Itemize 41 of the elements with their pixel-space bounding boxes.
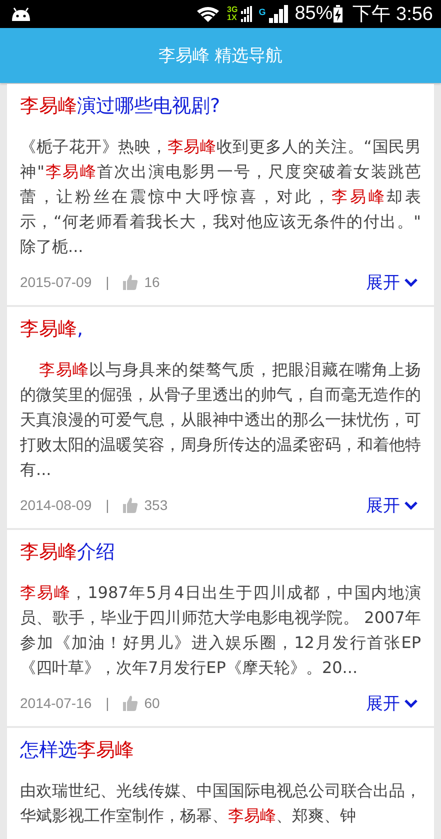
- signal-icon: [240, 6, 253, 22]
- article-excerpt: 李易峰以与身具来的桀骜气质，把眼泪藏在嘴角上扬的微笑里的倔强，从骨子里透出的帅气，自而毫无造作的天真浪漫的可爱气息，从眼神中透出的那么一抹忧伤，可打败太阳的温暖笑容，周身所传达的温柔密码，和着他特有...: [20, 359, 421, 481]
- separator-text: |: [106, 497, 110, 513]
- thumbs-up-icon[interactable]: [123, 497, 138, 513]
- expand-button[interactable]: 展开: [366, 494, 418, 516]
- post-date: 2014-07-16: [20, 695, 92, 711]
- signal-icon: [268, 5, 289, 23]
- network-label: 1X: [227, 14, 238, 22]
- thumbs-up-icon[interactable]: [123, 695, 138, 711]
- app-title: 李易峰 精选导航: [158, 45, 283, 67]
- article-card[interactable]: 李易峰, 李易峰以与身具来的桀骜气质，把眼泪藏在嘴角上扬的微笑里的倔强，从骨子里透出的帅气，自而毫无造作的天真浪漫的可爱气息，从眼神中透出的那么一抹忧伤，可打败太阳的温暖笑容，周身所传达的温柔密码，和着他特有... 2014-08-09 | 353 展开: [7, 307, 434, 528]
- post-date: 2014-08-09: [20, 497, 92, 513]
- like-count: 353: [144, 497, 168, 513]
- android-icon: [10, 7, 32, 21]
- expand-button[interactable]: 展开: [366, 270, 418, 294]
- article-card[interactable]: 李易峰演过哪些电视剧? 《栀子花开》热映，李易峰收到更多人的关注。“国民男神"李易峰首次出演电影男一号，尺度突破着女装跳芭蕾，让粉丝在震惊中大呼惊喜，对此，李易峰却表示，“何老师看着我长大，我对他应该无条件的付出。" 除了栀... 2015-07-09 | 16 展开: [7, 84, 434, 305]
- expand-button[interactable]: 展开: [366, 692, 418, 714]
- separator-text: |: [106, 695, 110, 711]
- article-title[interactable]: 怎样选李易峰: [20, 736, 421, 764]
- thumbs-up-icon[interactable]: [123, 274, 138, 290]
- article-card[interactable]: 怎样选李易峰 由欢瑞世纪、光线传媒、中国国际电视总公司联合出品，华斌影视工作室制作，杨幂、李易峰、郑爽、钟: [7, 728, 434, 839]
- like-count: 60: [144, 695, 160, 711]
- chevron-down-icon: [404, 698, 418, 708]
- network-label: G: [258, 7, 266, 17]
- article-excerpt: 由欢瑞世纪、光线传媒、中国国际电视总公司联合出品，华斌影视工作室制作，杨幂、李易峰、郑爽、钟: [20, 780, 421, 827]
- article-title[interactable]: 李易峰演过哪些电视剧?: [20, 92, 421, 120]
- article-excerpt: 《栀子花开》热映，李易峰收到更多人的关注。“国民男神"李易峰首次出演电影男一号，尺度突破着女装跳芭蕾，让粉丝在震惊中大呼惊喜，对此，李易峰却表示，“何老师看着我长大，我对他应该无条件的付出。" 除了栀...: [20, 136, 421, 258]
- article-excerpt: 李易峰，1987年5月4日出生于四川成都，中国内地演员、歌手，毕业于四川师范大学电影电视学院。 2007年参加《加油！好男儿》进入娱乐圈，12月发行首张EP《四叶草》，次年7月发行EP《摩天轮》。20...: [20, 582, 421, 679]
- article-card[interactable]: 李易峰介绍 李易峰，1987年5月4日出生于四川成都，中国内地演员、歌手，毕业于四川师范大学电影电视学院。 2007年参加《加油！好男儿》进入娱乐圈，12月发行首张EP《四叶草》，次年7月发行EP《摩天轮》。20... 2014-07-16 | 60 展开: [7, 530, 434, 726]
- like-count: 16: [144, 274, 160, 290]
- clock-time: 下午 3:56: [352, 3, 433, 27]
- separator-text: |: [106, 274, 110, 290]
- battery-charging-icon: [332, 5, 343, 23]
- battery-percentage: 85%: [294, 3, 333, 25]
- article-title[interactable]: 李易峰,: [20, 315, 421, 343]
- wifi-icon: [195, 5, 222, 23]
- chevron-down-icon: [404, 500, 418, 510]
- post-date: 2015-07-09: [20, 274, 92, 290]
- article-title[interactable]: 李易峰介绍: [20, 538, 421, 566]
- chevron-down-icon: [404, 278, 418, 286]
- network-label: 3G: [227, 6, 238, 14]
